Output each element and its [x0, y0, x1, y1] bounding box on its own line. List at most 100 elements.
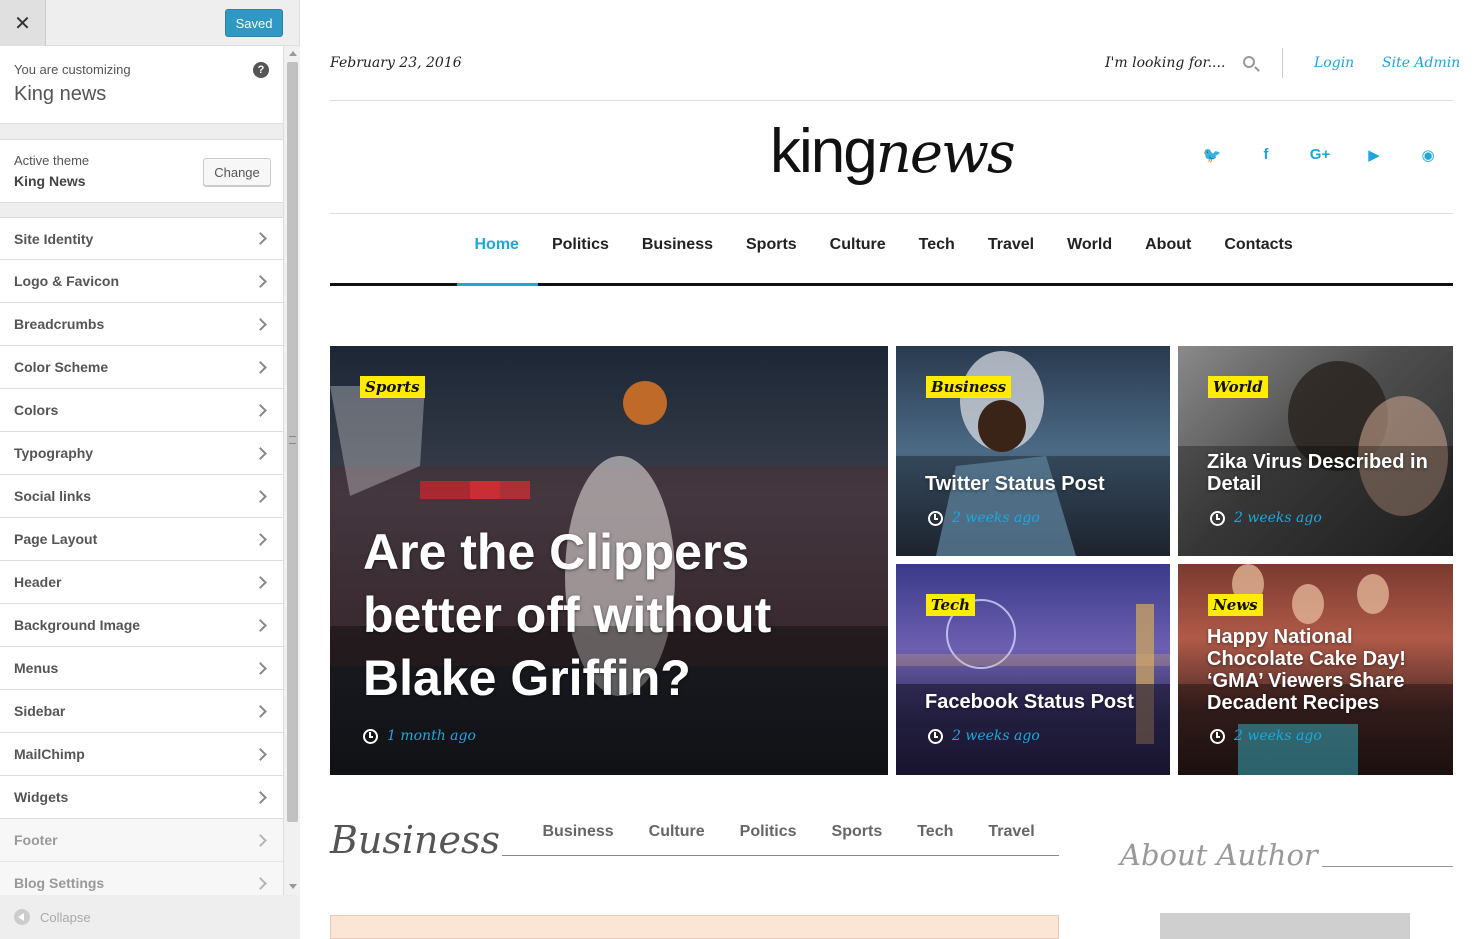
customizer-topbar: ✕ Saved [0, 0, 299, 46]
nav-tech[interactable]: Tech [902, 230, 971, 260]
header-divider [1282, 48, 1283, 78]
section-typography[interactable]: Typography [0, 432, 283, 475]
tab-sports[interactable]: Sports [814, 823, 900, 841]
twitter-icon[interactable]: 🐦 [1202, 146, 1222, 164]
scroll-down-arrow-icon[interactable] [289, 884, 297, 889]
header-rule-top [330, 100, 1453, 101]
nav-business[interactable]: Business [625, 230, 729, 260]
section-blog-settings[interactable]: Blog Settings [0, 862, 283, 895]
card-world[interactable]: World Zika Virus Described in Detail 2 w… [1178, 346, 1453, 556]
nav-travel[interactable]: Travel [971, 230, 1050, 260]
collapse-arrow-icon [14, 909, 30, 925]
chevron-right-icon [254, 575, 267, 589]
time-label: 1 month ago [387, 728, 476, 744]
site-logo[interactable]: kingnews [770, 112, 1016, 194]
section-menus[interactable]: Menus [0, 647, 283, 690]
chevron-right-icon [254, 274, 267, 288]
section-widgets[interactable]: Widgets [0, 776, 283, 819]
change-theme-button[interactable]: Change [203, 158, 271, 186]
section-color-scheme[interactable]: Color Scheme [0, 346, 283, 389]
section-label: Logo & Favicon [14, 273, 119, 289]
section-label: Background Image [14, 617, 141, 633]
nav-sports[interactable]: Sports [730, 230, 814, 260]
site-preview: February 23, 2016 I'm looking for.... Lo… [300, 0, 1483, 939]
nav-world[interactable]: World [1051, 230, 1129, 260]
card-time: 1 month ago [363, 728, 476, 744]
scroll-up-arrow-icon[interactable] [289, 51, 297, 56]
section-label: Sidebar [14, 703, 66, 719]
rss-icon[interactable]: ◉ [1418, 146, 1438, 164]
logo-part-news: news [875, 121, 1016, 186]
main-nav: Home Politics Business Sports Culture Te… [458, 230, 1309, 260]
close-icon[interactable]: ✕ [0, 0, 46, 46]
chevron-right-icon [254, 360, 267, 374]
nav-politics[interactable]: Politics [535, 230, 625, 260]
section-social-links[interactable]: Social links [0, 475, 283, 518]
section-site-identity[interactable]: Site Identity [0, 217, 283, 260]
section-logo-favicon[interactable]: Logo & Favicon [0, 260, 283, 303]
chevron-right-icon [254, 532, 267, 546]
section-label: Blog Settings [14, 875, 105, 891]
category-tag[interactable]: News [1208, 594, 1263, 616]
category-tag[interactable]: Business [926, 376, 1012, 398]
section-footer[interactable]: Footer [0, 819, 283, 862]
card-time: 2 weeks ago [1210, 728, 1322, 744]
google-plus-icon[interactable]: G+ [1308, 146, 1332, 163]
nav-home[interactable]: Home [458, 230, 535, 260]
card-title[interactable]: Are the Clippers better off without Blak… [363, 521, 863, 710]
panel-scrollbar[interactable] [283, 46, 300, 895]
card-title[interactable]: Happy National Chocolate Cake Day! ‘GMA’… [1207, 626, 1447, 714]
category-tag[interactable]: Sports [360, 376, 425, 398]
saved-button[interactable]: Saved [225, 9, 283, 37]
nav-contacts[interactable]: Contacts [1208, 230, 1309, 260]
nav-culture[interactable]: Culture [813, 230, 902, 260]
tab-culture[interactable]: Culture [631, 823, 722, 841]
section-mailchimp[interactable]: MailChimp [0, 733, 283, 776]
facebook-icon[interactable]: f [1256, 146, 1276, 163]
section-header[interactable]: Header [0, 561, 283, 604]
collapse-button[interactable]: Collapse [0, 895, 300, 939]
tab-tech[interactable]: Tech [900, 823, 971, 841]
author-image [1160, 913, 1410, 939]
category-tag[interactable]: World [1208, 376, 1268, 398]
site-admin-link[interactable]: Site Admin [1382, 55, 1460, 71]
time-label: 2 weeks ago [952, 510, 1040, 526]
category-tag[interactable]: Tech [926, 594, 976, 616]
card-time: 2 weeks ago [928, 728, 1040, 744]
help-icon[interactable]: ? [253, 62, 269, 78]
nav-about[interactable]: About [1129, 230, 1208, 260]
chevron-right-icon [254, 661, 267, 675]
site-name: King news [14, 83, 107, 105]
chevron-right-icon [254, 618, 267, 632]
promo-banner[interactable] [330, 915, 1059, 939]
card-time: 2 weeks ago [928, 510, 1040, 526]
search-icon[interactable] [1243, 56, 1255, 68]
card-title[interactable]: Zika Virus Described in Detail [1207, 451, 1442, 495]
card-title[interactable]: Facebook Status Post [925, 691, 1165, 713]
chevron-right-icon [254, 232, 267, 245]
section-background-image[interactable]: Background Image [0, 604, 283, 647]
featured-card-sports[interactable]: Sports Are the Clippers better off witho… [330, 346, 888, 775]
scrollbar-grip-icon [289, 436, 296, 444]
section-label: Color Scheme [14, 359, 109, 375]
about-author-rule [1322, 866, 1453, 867]
active-theme-box: Active theme King News Change [0, 139, 283, 203]
card-news[interactable]: News Happy National Chocolate Cake Day! … [1178, 564, 1453, 775]
section-sidebar[interactable]: Sidebar [0, 690, 283, 733]
clock-icon [1210, 510, 1225, 526]
tab-business[interactable]: Business [525, 823, 631, 841]
section-colors[interactable]: Colors [0, 389, 283, 432]
youtube-icon[interactable]: ▶ [1364, 146, 1384, 164]
card-title[interactable]: Twitter Status Post [925, 473, 1155, 495]
customizer-sections: Site Identity Logo & Favicon Breadcrumbs… [0, 217, 283, 895]
tab-politics[interactable]: Politics [722, 823, 814, 841]
tab-travel[interactable]: Travel [971, 823, 1052, 841]
card-business[interactable]: Business Twitter Status Post 2 weeks ago [896, 346, 1170, 556]
chevron-right-icon [254, 790, 267, 804]
login-link[interactable]: Login [1314, 55, 1354, 71]
section-page-layout[interactable]: Page Layout [0, 518, 283, 561]
section-breadcrumbs[interactable]: Breadcrumbs [0, 303, 283, 346]
card-tech[interactable]: Tech Facebook Status Post 2 weeks ago [896, 564, 1170, 775]
search-input[interactable]: I'm looking for.... [1105, 55, 1225, 71]
business-section-title: Business [330, 818, 501, 862]
